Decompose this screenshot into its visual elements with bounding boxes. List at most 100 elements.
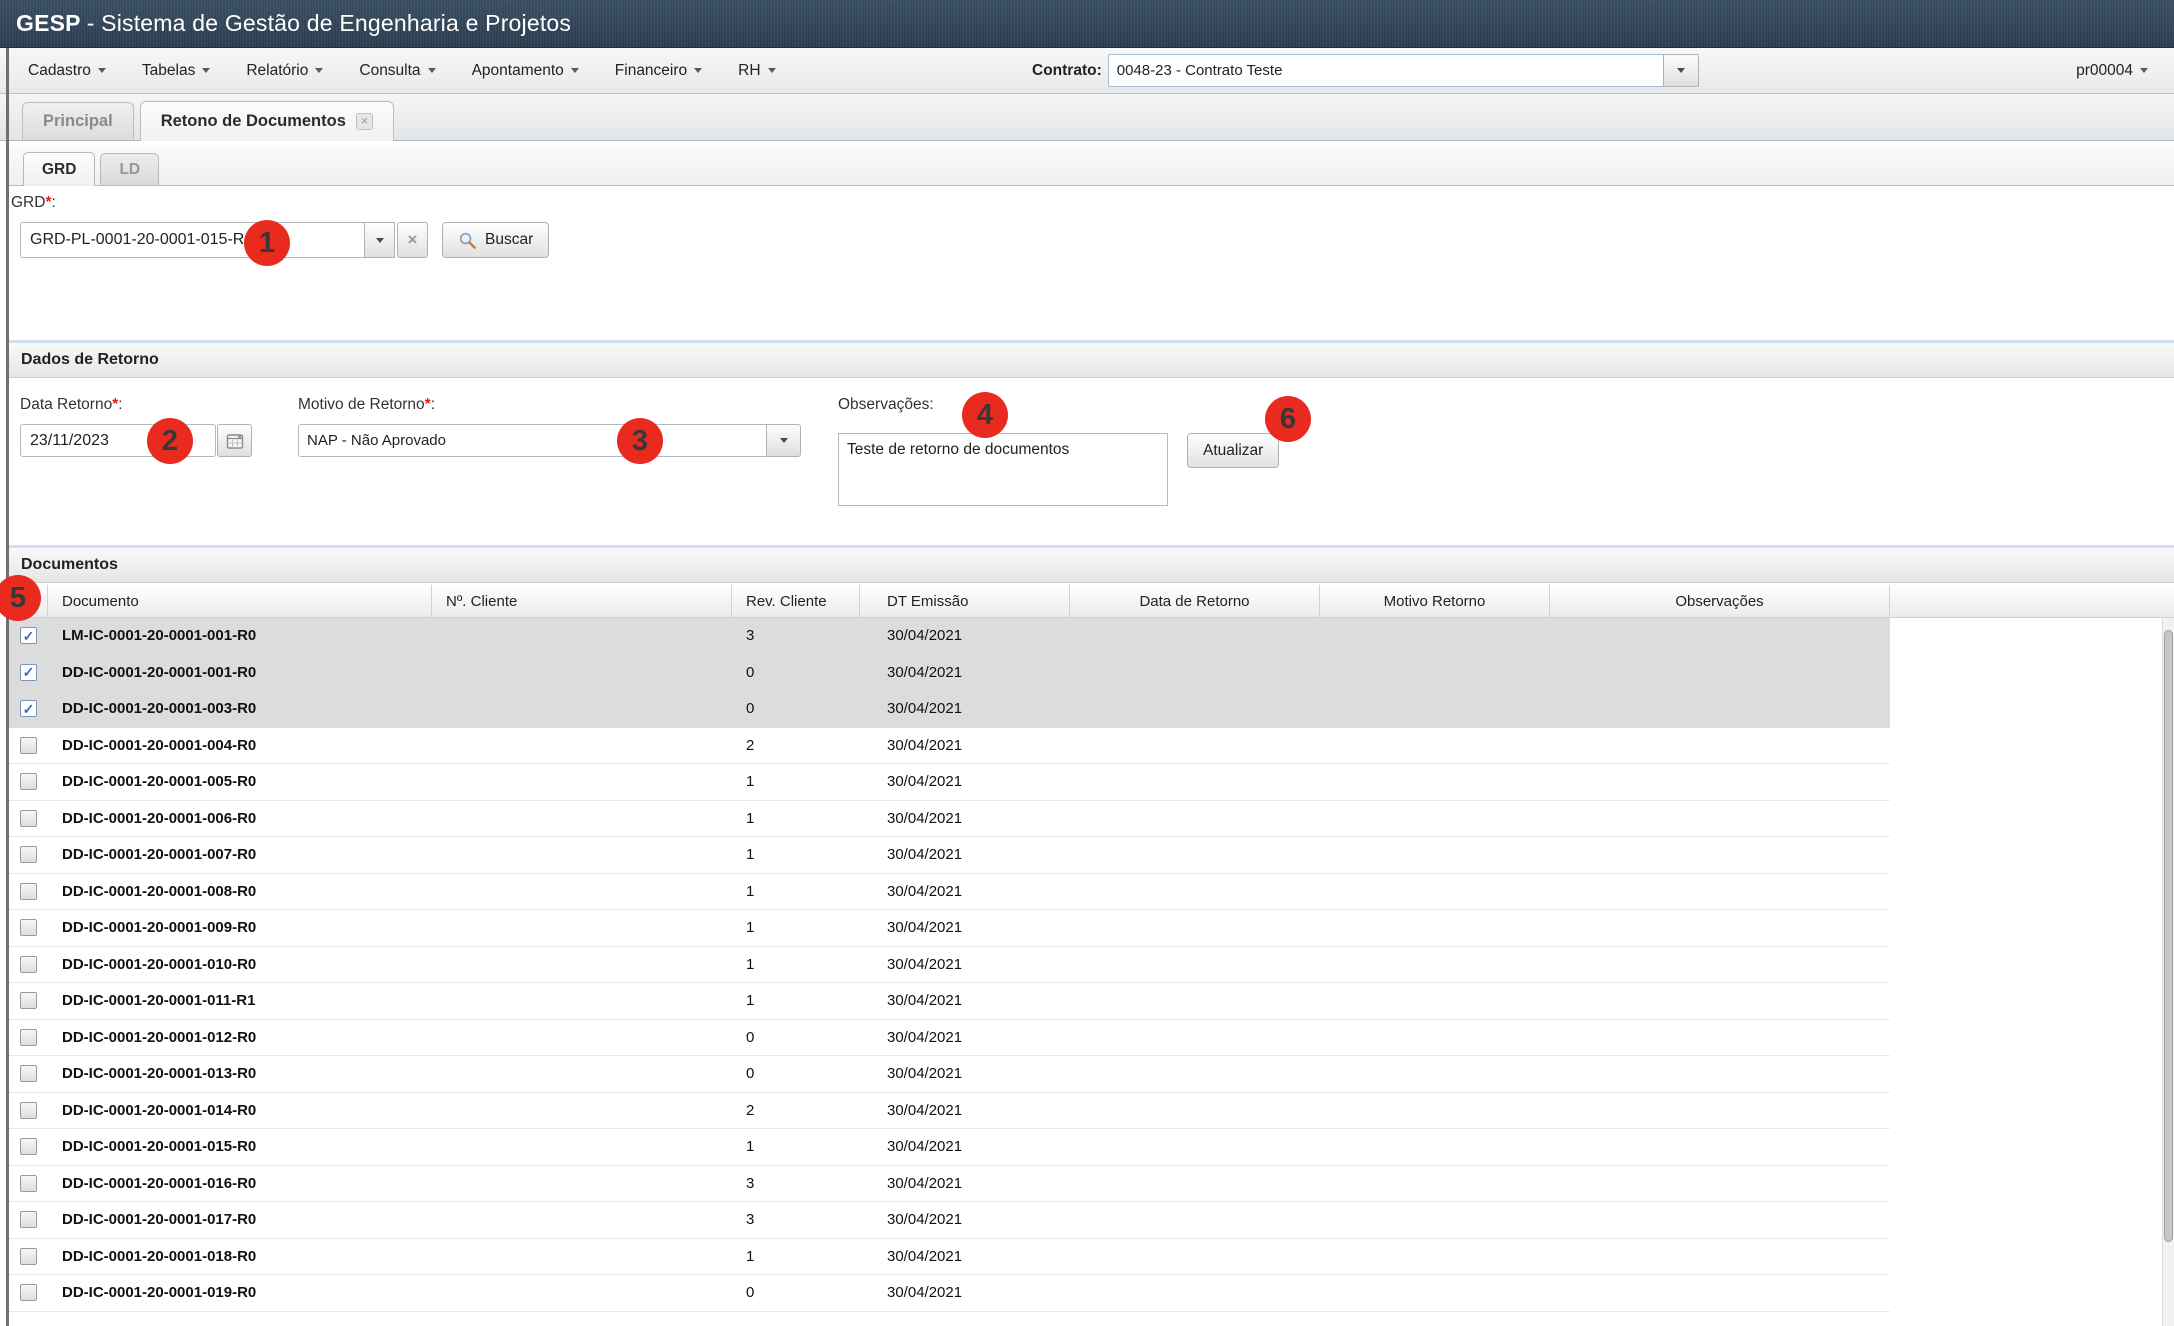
checkbox-unchecked-icon[interactable] <box>20 1102 37 1119</box>
cell-dt-emissao: 30/04/2021 <box>860 910 1070 946</box>
scrollbar-thumb[interactable] <box>2164 630 2173 1242</box>
table-row[interactable]: DD-IC-0001-20-0001-010-R0130/04/2021 <box>9 947 1890 984</box>
tab-retono-de-documentos[interactable]: Retono de Documentos × <box>140 101 394 141</box>
marker-6-atualizar: 6 <box>1265 396 1311 442</box>
contract-value[interactable]: 0048-23 - Contrato Teste <box>1108 54 1663 87</box>
cell-dt-emissao: 30/04/2021 <box>860 1239 1070 1275</box>
checkbox-unchecked-icon[interactable] <box>20 1175 37 1192</box>
motivo-retorno-value[interactable]: NAP - Não Aprovado <box>298 424 766 457</box>
row-checkbox-cell <box>9 1093 48 1129</box>
table-row[interactable]: DD-IC-0001-20-0001-019-R0030/04/2021 <box>9 1275 1890 1312</box>
table-row[interactable]: DD-IC-0001-20-0001-004-R0230/04/2021 <box>9 728 1890 765</box>
close-icon[interactable]: × <box>356 113 373 130</box>
checkbox-checked-icon[interactable]: ✓ <box>20 627 37 644</box>
menu-item-label: Financeiro <box>615 62 687 80</box>
table-row[interactable]: ✓LM-IC-0001-20-0001-001-R0330/04/2021 <box>9 618 1890 655</box>
tab-grd[interactable]: GRD <box>23 152 95 186</box>
table-row[interactable]: DD-IC-0001-20-0001-016-R0330/04/2021 <box>9 1166 1890 1203</box>
menu-item-relatorio[interactable]: Relatório <box>246 62 323 80</box>
contract-combobox[interactable]: 0048-23 - Contrato Teste <box>1108 54 1699 87</box>
header-data-retorno[interactable]: Data de Retorno <box>1070 585 1320 618</box>
table-row[interactable]: DD-IC-0001-20-0001-006-R0130/04/2021 <box>9 801 1890 838</box>
table-row[interactable]: DD-IC-0001-20-0001-005-R0130/04/2021 <box>9 764 1890 801</box>
table-row[interactable]: DD-IC-0001-20-0001-008-R0130/04/2021 <box>9 874 1890 911</box>
checkbox-unchecked-icon[interactable] <box>20 919 37 936</box>
grd-dropdown-button[interactable] <box>364 222 395 258</box>
checkbox-unchecked-icon[interactable] <box>20 737 37 754</box>
cell-rev-cliente: 0 <box>732 1020 860 1056</box>
date-picker-button[interactable] <box>217 424 252 457</box>
chevron-down-icon <box>2140 68 2148 73</box>
checkbox-unchecked-icon[interactable] <box>20 956 37 973</box>
table-row[interactable]: DD-IC-0001-20-0001-009-R0130/04/2021 <box>9 910 1890 947</box>
cell-dt-emissao: 30/04/2021 <box>860 655 1070 691</box>
observacoes-textarea[interactable]: Teste de retorno de documentos <box>838 433 1168 506</box>
checkbox-unchecked-icon[interactable] <box>20 1138 37 1155</box>
checkbox-unchecked-icon[interactable] <box>20 1029 37 1046</box>
checkbox-checked-icon[interactable]: ✓ <box>20 664 37 681</box>
header-dt-emissao[interactable]: DT Emissão <box>860 585 1070 618</box>
tab-ld[interactable]: LD <box>100 153 159 185</box>
checkbox-unchecked-icon[interactable] <box>20 846 37 863</box>
contract-dropdown-button[interactable] <box>1663 54 1699 87</box>
cell-documento: DD-IC-0001-20-0001-004-R0 <box>48 728 432 764</box>
marker-1-grd-input: 1 <box>244 220 290 266</box>
cell-dt-emissao: 30/04/2021 <box>860 947 1070 983</box>
table-row[interactable]: DD-IC-0001-20-0001-011-R1130/04/2021 <box>9 983 1890 1020</box>
header-documento[interactable]: Documento <box>48 585 432 618</box>
cell-rev-cliente: 2 <box>732 728 860 764</box>
checkbox-unchecked-icon[interactable] <box>20 1211 37 1228</box>
table-row[interactable]: DD-IC-0001-20-0001-007-R0130/04/2021 <box>9 837 1890 874</box>
row-checkbox-cell <box>9 801 48 837</box>
cell-documento: DD-IC-0001-20-0001-012-R0 <box>48 1020 432 1056</box>
menu-item-consulta[interactable]: Consulta <box>359 62 435 80</box>
cell-num-cliente <box>432 1020 732 1056</box>
table-row[interactable]: DD-IC-0001-20-0001-018-R0130/04/2021 <box>9 1239 1890 1276</box>
cell-num-cliente <box>432 1093 732 1129</box>
table-row[interactable]: DD-IC-0001-20-0001-014-R0230/04/2021 <box>9 1093 1890 1130</box>
checkbox-unchecked-icon[interactable] <box>20 1065 37 1082</box>
menu-item-cadastro[interactable]: Cadastro <box>28 62 106 80</box>
cell-dt-emissao: 30/04/2021 <box>860 983 1070 1019</box>
menu-item-financeiro[interactable]: Financeiro <box>615 62 702 80</box>
checkbox-unchecked-icon[interactable] <box>20 883 37 900</box>
cell-documento: DD-IC-0001-20-0001-017-R0 <box>48 1202 432 1238</box>
header-motivo-retorno[interactable]: Motivo Retorno <box>1320 585 1550 618</box>
checkbox-unchecked-icon[interactable] <box>20 1248 37 1265</box>
table-row[interactable]: DD-IC-0001-20-0001-017-R0330/04/2021 <box>9 1202 1890 1239</box>
menu-item-apontamento[interactable]: Apontamento <box>472 62 579 80</box>
grd-combobox-input[interactable]: GRD-PL-0001-20-0001-015-R0 <box>20 222 365 258</box>
row-checkbox-cell: ✓ <box>9 618 48 654</box>
checkbox-unchecked-icon[interactable] <box>20 810 37 827</box>
cell-documento: LM-IC-0001-20-0001-001-R0 <box>48 618 432 654</box>
user-menu[interactable]: pr00004 <box>2076 48 2148 93</box>
header-observacoes[interactable]: Observações <box>1550 585 1890 618</box>
table-row[interactable]: DD-IC-0001-20-0001-013-R0030/04/2021 <box>9 1056 1890 1093</box>
checkbox-unchecked-icon[interactable] <box>20 992 37 1009</box>
cell-documento: DD-IC-0001-20-0001-008-R0 <box>48 874 432 910</box>
motivo-retorno-combobox[interactable]: NAP - Não Aprovado <box>298 424 801 457</box>
chevron-down-icon <box>694 68 702 73</box>
table-row[interactable]: ✓DD-IC-0001-20-0001-003-R0030/04/2021 <box>9 691 1890 728</box>
menu-item-rh[interactable]: RH <box>738 62 775 80</box>
header-rev-cliente[interactable]: Rev. Cliente <box>732 585 860 618</box>
vertical-scrollbar[interactable] <box>2162 618 2174 1326</box>
checkbox-unchecked-icon[interactable] <box>20 1284 37 1301</box>
menu-item-tabelas[interactable]: Tabelas <box>142 62 210 80</box>
motivo-dropdown-button[interactable] <box>766 424 801 457</box>
row-checkbox-cell <box>9 1129 48 1165</box>
tab-principal[interactable]: Principal <box>22 102 134 140</box>
header-num-cliente[interactable]: Nº. Cliente <box>432 585 732 618</box>
data-retorno-label: Data Retorno*: <box>20 396 123 414</box>
grd-clear-button[interactable]: × <box>397 222 428 258</box>
table-row[interactable]: DD-IC-0001-20-0001-015-R0130/04/2021 <box>9 1129 1890 1166</box>
observacoes-label: Observações: <box>838 396 934 414</box>
checkbox-unchecked-icon[interactable] <box>20 773 37 790</box>
buscar-button[interactable]: Buscar <box>442 222 549 258</box>
checkbox-checked-icon[interactable]: ✓ <box>20 700 37 717</box>
table-row[interactable]: DD-IC-0001-20-0001-012-R0030/04/2021 <box>9 1020 1890 1057</box>
atualizar-button[interactable]: Atualizar <box>1187 433 1279 468</box>
tab-grd-label: GRD <box>42 161 76 179</box>
table-row[interactable]: ✓DD-IC-0001-20-0001-001-R0030/04/2021 <box>9 655 1890 692</box>
cell-dt-emissao: 30/04/2021 <box>860 691 1070 727</box>
